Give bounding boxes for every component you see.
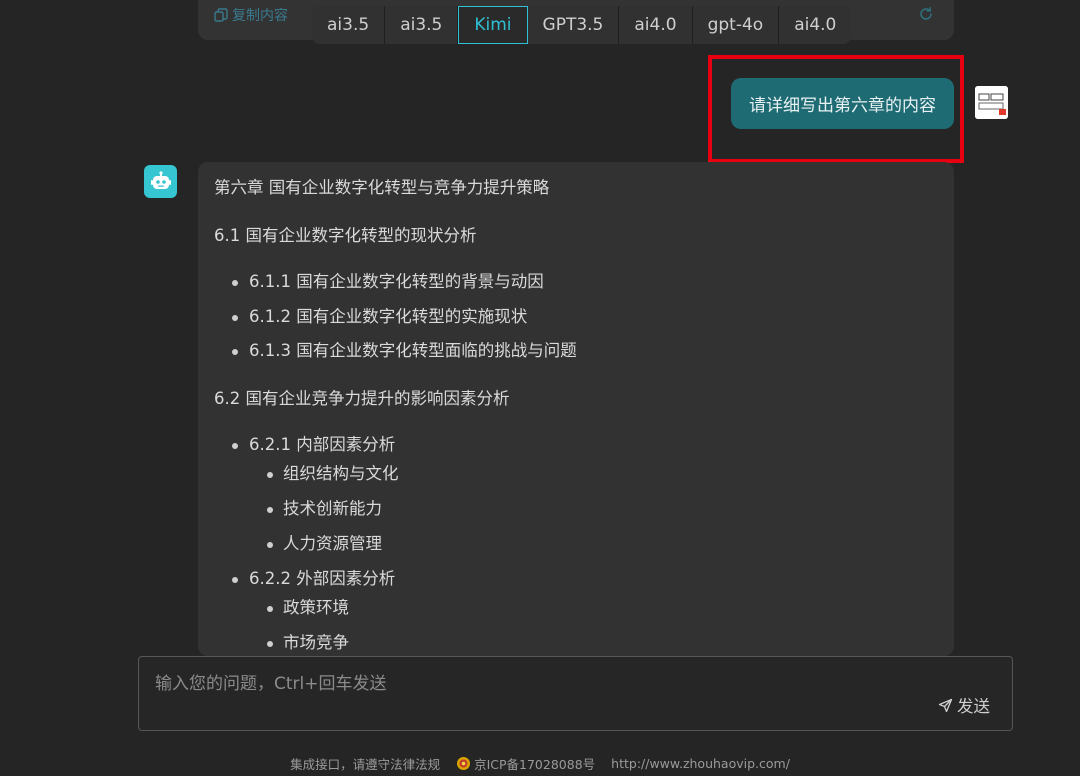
footer: 集成接口，请遵守法律法规 京ICP备17028088号 http://www.z… <box>0 754 1080 773</box>
section-heading-6-1: 6.1 国有企业数字化转型的现状分析 <box>214 226 477 245</box>
send-icon <box>938 698 953 712</box>
user-avatar-image <box>975 86 1008 119</box>
user-message-text: 请详细写出第六章的内容 <box>749 96 936 116</box>
model-tab-ai3.5-b[interactable]: ai3.5 <box>385 6 459 44</box>
model-tab-ai4.0-b[interactable]: ai4.0 <box>779 6 852 44</box>
user-avatar <box>975 86 1008 119</box>
send-label: 发送 <box>957 697 990 716</box>
external-factors-label: 6.2.2 外部因素分析 <box>249 569 396 588</box>
list-item: 6.1.3 国有企业数字化转型面临的挑战与问题 <box>214 339 938 363</box>
model-tab-ai4.0-a[interactable]: ai4.0 <box>619 6 693 44</box>
list-item: 技术创新能力 <box>249 497 938 521</box>
copy-content-label: 复制内容 <box>232 8 288 24</box>
list-item: 6.1.1 国有企业数字化转型的背景与动因 <box>214 270 938 294</box>
send-button[interactable]: 发送 <box>938 693 990 717</box>
robot-icon <box>150 170 171 189</box>
chapter-title: 第六章 国有企业数字化转型与竞争力提升策略 <box>214 178 550 197</box>
model-selector: ai3.5 ai3.5 Kimi GPT3.5 ai4.0 gpt-4o ai4… <box>312 6 852 44</box>
model-tab-ai3.5-a[interactable]: ai3.5 <box>312 6 386 44</box>
internal-factors-sublist: 组织结构与文化 技术创新能力 人力资源管理 <box>249 462 938 556</box>
copy-icon <box>214 8 228 22</box>
model-tab-kimi[interactable]: Kimi <box>458 6 528 44</box>
list-item: 政策环境 <box>249 596 938 620</box>
external-factors-sublist: 政策环境 市场竞争 <box>249 596 938 655</box>
icp-number: 京ICP备17028088号 <box>474 757 596 772</box>
list-item-external-factors: 6.2.2 外部因素分析 政策环境 市场竞争 <box>214 567 938 655</box>
section-6-2-list: 6.2.1 内部因素分析 组织结构与文化 技术创新能力 人力资源管理 6.2.2… <box>214 433 938 655</box>
section-heading-6-2: 6.2 国有企业竞争力提升的影响因素分析 <box>214 389 510 408</box>
legal-notice: 集成接口，请遵守法律法规 <box>290 757 441 772</box>
model-tab-gpt-4o[interactable]: gpt-4o <box>692 6 780 44</box>
question-input-box: 发送 <box>138 656 1013 731</box>
model-tab-gpt3.5[interactable]: GPT3.5 <box>527 6 620 44</box>
copy-content-button[interactable]: 复制内容 <box>214 5 288 25</box>
section-6-1-list: 6.1.1 国有企业数字化转型的背景与动因 6.1.2 国有企业数字化转型的实施… <box>214 270 938 363</box>
assistant-answer-card: 第六章 国有企业数字化转型与竞争力提升策略 6.1 国有企业数字化转型的现状分析… <box>198 162 954 656</box>
list-item: 市场竞争 <box>249 631 938 655</box>
user-message-bubble: 请详细写出第六章的内容 <box>731 78 954 129</box>
list-item: 6.1.2 国有企业数字化转型的实施现状 <box>214 305 938 329</box>
list-item: 人力资源管理 <box>249 532 938 556</box>
internal-factors-label: 6.2.1 内部因素分析 <box>249 435 396 454</box>
site-url-link[interactable]: http://www.zhouhaovip.com/ <box>611 756 790 771</box>
icp-link[interactable]: 京ICP备17028088号 <box>456 754 595 773</box>
list-item-internal-factors: 6.2.1 内部因素分析 组织结构与文化 技术创新能力 人力资源管理 <box>214 433 938 556</box>
bot-avatar <box>144 165 177 198</box>
refresh-icon[interactable] <box>918 6 934 22</box>
question-input[interactable] <box>139 657 1012 730</box>
police-badge-icon <box>457 757 471 770</box>
list-item: 组织结构与文化 <box>249 462 938 486</box>
